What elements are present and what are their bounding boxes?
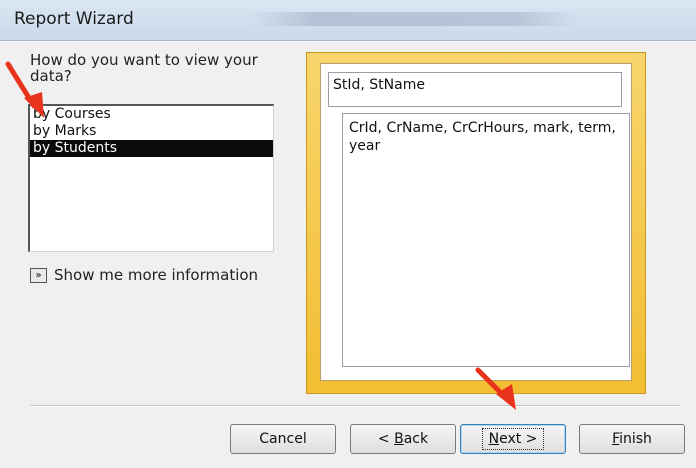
show-more-info-label[interactable]: Show me more information <box>54 266 258 284</box>
show-more-info[interactable]: » Show me more information <box>30 265 258 285</box>
annotation-arrow-icon <box>5 61 44 118</box>
finish-button[interactable]: Finish <box>579 424 685 454</box>
next-button[interactable]: Next > <box>460 424 566 454</box>
double-chevron-right-icon[interactable]: » <box>30 267 47 283</box>
detail-fields-box: CrId, CrName, CrCrHours, mark, term, yea… <box>342 113 630 367</box>
view-options-listbox[interactable]: by Courses by Marks by Students <box>28 104 274 252</box>
cancel-button[interactable]: Cancel <box>230 424 336 454</box>
list-item-by-marks[interactable]: by Marks <box>30 123 273 140</box>
report-preview-page: StId, StName CrId, CrName, CrCrHours, ma… <box>320 63 632 381</box>
list-item-by-courses[interactable]: by Courses <box>30 106 273 123</box>
back-button[interactable]: < Back <box>350 424 456 454</box>
blurred-title-text <box>250 12 580 26</box>
report-preview-frame: StId, StName CrId, CrName, CrCrHours, ma… <box>306 52 646 394</box>
cancel-button-label: Cancel <box>259 431 307 447</box>
next-button-label: Next > <box>481 428 545 450</box>
back-button-label: < Back <box>377 431 429 447</box>
finish-button-label: Finish <box>612 431 652 447</box>
view-question: How do you want to view your data? <box>30 51 258 85</box>
annotation-arrow-icon <box>475 367 516 410</box>
title-bar: Report Wizard <box>0 0 696 41</box>
footer-separator <box>30 405 680 407</box>
grouping-fields-box: StId, StName <box>328 72 622 107</box>
list-item-by-students[interactable]: by Students <box>30 140 273 157</box>
window-title: Report Wizard <box>14 9 134 29</box>
